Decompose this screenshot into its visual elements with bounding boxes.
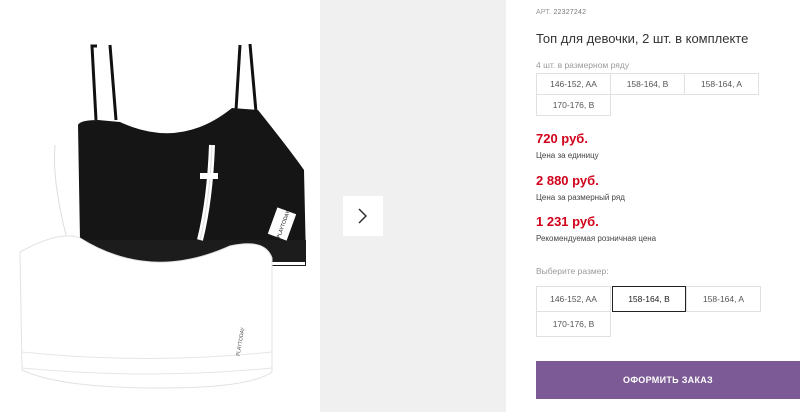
size-option[interactable]: 158-164, A xyxy=(686,286,761,312)
product-photo: PLAYTODAY PLAYTODAY xyxy=(0,0,320,412)
size-row-item: 158-164, A xyxy=(684,73,759,95)
size-option[interactable]: 170-176, B xyxy=(536,311,611,337)
price-retail: 1 231 руб. xyxy=(536,214,599,229)
price-row-caption: Цена за размерный ряд xyxy=(536,193,625,202)
size-option-selected[interactable]: 158-164, B xyxy=(612,286,686,312)
product-title: Топ для девочки, 2 шт. в комплекте xyxy=(536,31,749,46)
price-retail-caption: Рекомендуемая розничная цена xyxy=(536,234,657,243)
size-select-label: Выберите размер: xyxy=(536,266,609,276)
product-image: PLAYTODAY PLAYTODAY xyxy=(19,43,306,389)
size-row-item: 170-176, B xyxy=(536,94,611,116)
chevron-right-icon xyxy=(358,208,368,224)
price-row: 2 880 руб. xyxy=(536,173,599,188)
gallery-next-button[interactable] xyxy=(343,196,383,236)
size-row-label: 4 шт. в размерном ряду xyxy=(536,60,630,70)
product-info-panel: АРТ. 22327242 Топ для девочки, 2 шт. в к… xyxy=(536,0,800,412)
size-option[interactable]: 146-152, AA xyxy=(536,286,611,312)
article-number: АРТ. 22327242 xyxy=(536,9,587,16)
price-unit: 720 руб. xyxy=(536,131,588,146)
size-row-item: 146-152, AA xyxy=(536,73,611,95)
size-row-item: 158-164, B xyxy=(610,73,685,95)
order-button[interactable]: ОФОРМИТЬ ЗАКАЗ xyxy=(536,361,800,399)
price-unit-caption: Цена за единицу xyxy=(536,151,599,160)
